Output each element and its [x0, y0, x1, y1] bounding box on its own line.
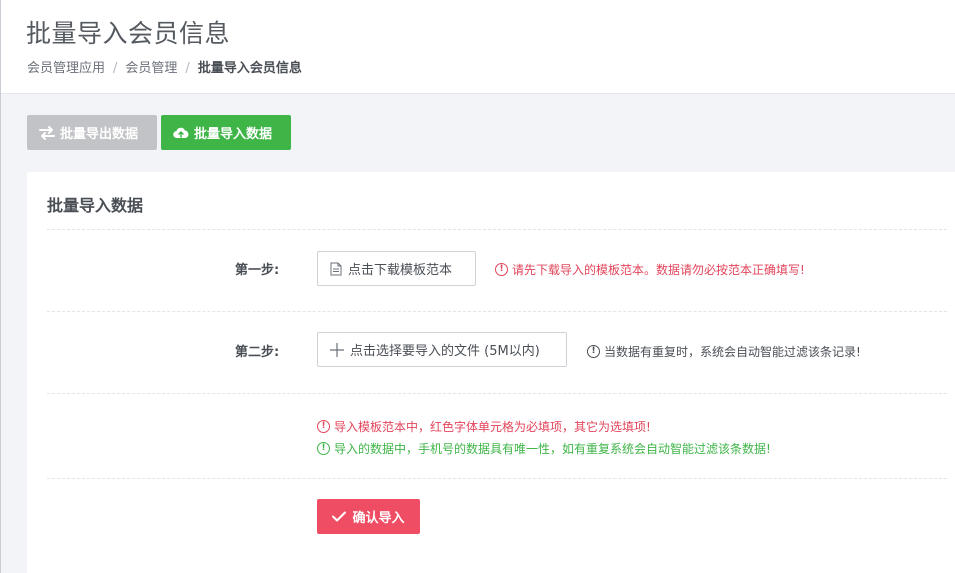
- download-template-button[interactable]: 点击下载模板范本: [317, 251, 476, 286]
- divider: [47, 229, 947, 230]
- choose-file-button[interactable]: 点击选择要导入的文件 (5M以内): [317, 332, 567, 367]
- divider: [47, 478, 947, 479]
- breadcrumb: 会员管理应用 / 会员管理 / 批量导入会员信息: [27, 57, 302, 76]
- export-data-button[interactable]: 批量导出数据: [27, 115, 157, 150]
- step2-hint-text: 当数据有重复时，系统会自动智能过滤该条记录!: [604, 345, 861, 359]
- step2-label: 第二步:: [235, 345, 280, 360]
- divider: [47, 393, 947, 394]
- import-data-button[interactable]: 批量导入数据: [161, 115, 291, 150]
- confirm-import-label: 确认导入: [352, 511, 405, 526]
- check-icon: [332, 511, 347, 522]
- card-title: 批量导入数据: [47, 196, 144, 215]
- confirm-import-button[interactable]: 确认导入: [317, 499, 420, 534]
- info-icon: !: [495, 263, 508, 276]
- divider: [47, 311, 947, 312]
- import-card: 批量导入数据 第一步: 点击下载模板范本 ! 请先下载导入的模板范本。数据请勿必…: [27, 172, 955, 573]
- unique-note-text: 导入的数据中，手机号的数据具有唯一性，如有重复系统会自动智能过滤该条数据!: [334, 442, 771, 456]
- exchange-icon: [39, 125, 55, 140]
- page-header: 批量导入会员信息 会员管理应用 / 会员管理 / 批量导入会员信息: [1, 0, 955, 94]
- unique-note: ! 导入的数据中，手机号的数据具有唯一性，如有重复系统会自动智能过滤该条数据!: [317, 440, 771, 457]
- choose-file-label: 点击选择要导入的文件 (5M以内): [350, 344, 540, 359]
- breadcrumb-item-current: 批量导入会员信息: [197, 61, 302, 76]
- export-data-label: 批量导出数据: [60, 127, 139, 142]
- breadcrumb-item-app[interactable]: 会员管理应用: [27, 61, 105, 76]
- breadcrumb-separator: /: [113, 61, 118, 76]
- info-icon: !: [317, 442, 330, 455]
- breadcrumb-item-member-management[interactable]: 会员管理: [125, 61, 177, 76]
- file-icon: [330, 262, 342, 275]
- download-template-label: 点击下载模板范本: [348, 263, 453, 278]
- import-data-label: 批量导入数据: [194, 127, 273, 142]
- step1-hint-text: 请先下载导入的模板范本。数据请勿必按范本正确填写!: [512, 263, 805, 277]
- required-note-text: 导入模板范本中，红色字体单元格为必填项，其它为选填项!: [334, 420, 651, 434]
- step1-label: 第一步:: [235, 263, 280, 278]
- required-note: ! 导入模板范本中，红色字体单元格为必填项，其它为选填项!: [317, 418, 651, 435]
- page-title: 批量导入会员信息: [26, 19, 231, 48]
- plus-icon: [330, 342, 344, 357]
- page: 批量导入会员信息 会员管理应用 / 会员管理 / 批量导入会员信息 批量导出数据 批量导…: [0, 0, 955, 573]
- info-icon: !: [587, 345, 600, 358]
- step1-hint: ! 请先下载导入的模板范本。数据请勿必按范本正确填写!: [495, 261, 805, 278]
- info-icon: !: [317, 420, 330, 433]
- breadcrumb-separator: /: [185, 61, 190, 76]
- step2-hint: ! 当数据有重复时，系统会自动智能过滤该条记录!: [587, 343, 861, 360]
- cloud-upload-icon: [173, 127, 189, 139]
